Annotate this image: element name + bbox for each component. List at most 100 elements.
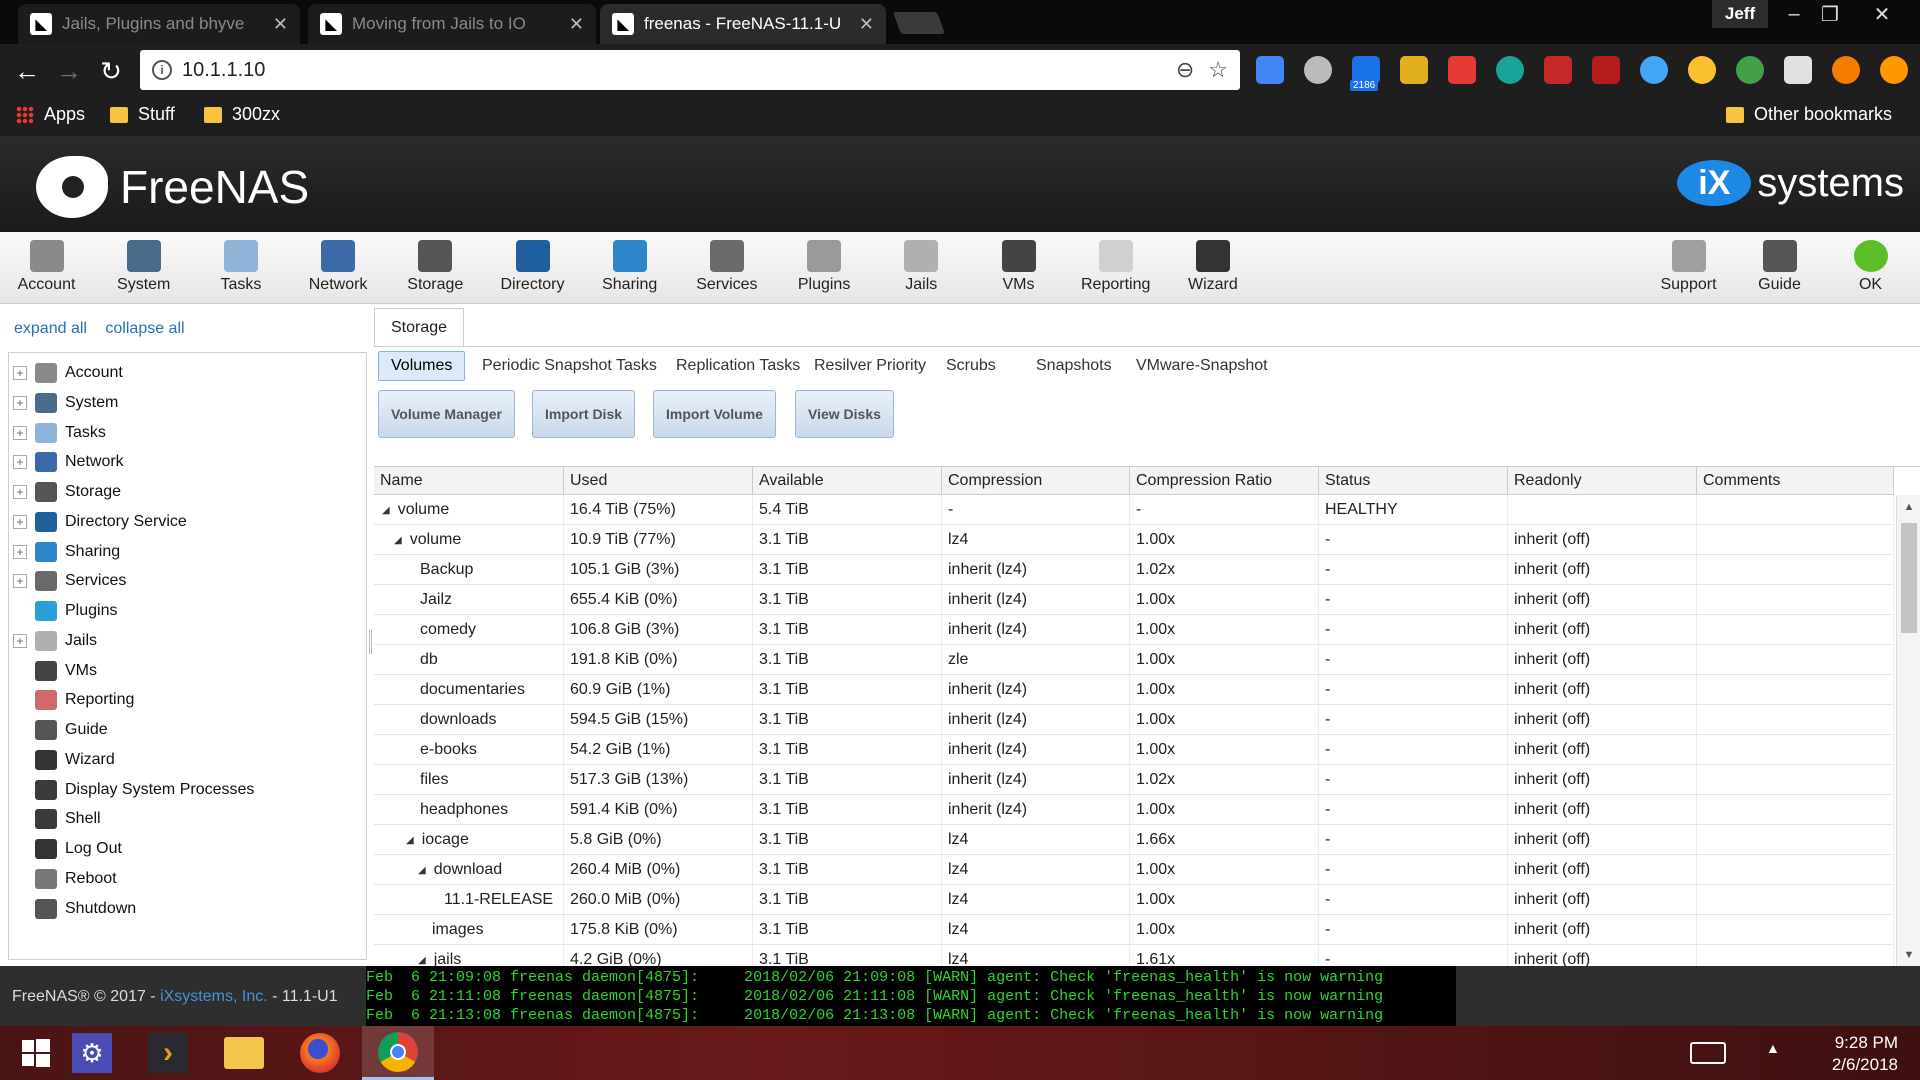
tree-item-shutdown[interactable]: Shutdown bbox=[9, 895, 136, 923]
tab-scrubs[interactable]: Scrubs bbox=[934, 351, 1008, 381]
reload-icon[interactable]: ↻ bbox=[94, 54, 128, 88]
collapse-triangle-icon[interactable]: ◢ bbox=[382, 505, 390, 516]
tab-vmware-snapshot[interactable]: VMware-Snapshot bbox=[1124, 351, 1280, 381]
extension-icon[interactable] bbox=[1736, 56, 1764, 84]
expand-icon[interactable]: + bbox=[13, 574, 27, 589]
sabnzbd-extension-icon[interactable] bbox=[1400, 56, 1428, 84]
expand-icon[interactable]: + bbox=[13, 455, 27, 470]
firefox-app[interactable] bbox=[284, 1026, 356, 1080]
collapse-triangle-icon[interactable]: ◢ bbox=[406, 835, 414, 846]
scroll-up-icon[interactable]: ▲ bbox=[1897, 501, 1920, 513]
collapse-triangle-icon[interactable]: ◢ bbox=[418, 955, 426, 966]
column-header-compression-ratio[interactable]: Compression Ratio bbox=[1130, 467, 1319, 495]
column-header-comments[interactable]: Comments bbox=[1697, 467, 1894, 495]
bookmark-star-icon[interactable]: ☆ bbox=[1208, 57, 1228, 83]
nav-ok[interactable]: OK bbox=[1822, 240, 1919, 294]
ublock-icon[interactable] bbox=[1544, 56, 1572, 84]
expand-icon[interactable]: + bbox=[13, 633, 27, 648]
extension-icon[interactable] bbox=[1640, 56, 1668, 84]
column-header-readonly[interactable]: Readonly bbox=[1508, 467, 1697, 495]
lightbulb-icon[interactable] bbox=[1688, 56, 1716, 84]
column-header-status[interactable]: Status bbox=[1319, 467, 1508, 495]
tab-volumes[interactable]: Volumes bbox=[378, 351, 466, 381]
address-bar[interactable]: i 10.1.1.10 ⊖ ☆ bbox=[140, 50, 1240, 90]
tree-item-jails[interactable]: + Jails bbox=[9, 627, 97, 655]
expand-all-link[interactable]: expand all bbox=[14, 320, 87, 337]
nav-tasks[interactable]: Tasks bbox=[192, 240, 289, 294]
import-volume-button[interactable]: Import Volume bbox=[653, 390, 776, 438]
table-row[interactable]: files 517.3 GiB (13%) 3.1 TiB inherit (lz4)… bbox=[374, 765, 1894, 795]
other-bookmarks[interactable]: Other bookmarks bbox=[1726, 104, 1892, 125]
tree-item-system[interactable]: + System bbox=[9, 389, 118, 417]
tree-item-log-out[interactable]: Log Out bbox=[9, 835, 122, 863]
site-info-icon[interactable]: i bbox=[152, 60, 172, 80]
settings-app[interactable]: ⚙ bbox=[56, 1026, 128, 1080]
bookmark-apps[interactable]: Apps bbox=[16, 104, 85, 125]
extension-icon[interactable] bbox=[1496, 56, 1524, 84]
bookmark-folder[interactable]: 300zx bbox=[204, 104, 280, 125]
table-row[interactable]: db 191.8 KiB (0%) 3.1 TiB zle 1.00x - inherit … bbox=[374, 645, 1894, 675]
expand-icon[interactable]: + bbox=[13, 425, 27, 440]
tree-item-services[interactable]: + Services bbox=[9, 567, 126, 595]
zoom-icon[interactable]: ⊖ bbox=[1176, 57, 1194, 83]
tab-snapshots[interactable]: Snapshots bbox=[1024, 351, 1124, 381]
restore-icon[interactable]: ❐ bbox=[1808, 0, 1852, 28]
tab-resilver-priority[interactable]: Resilver Priority bbox=[802, 351, 938, 381]
column-header-compression[interactable]: Compression bbox=[942, 467, 1130, 495]
close-tab-icon[interactable]: ✕ bbox=[569, 14, 584, 35]
chrome-app[interactable] bbox=[362, 1026, 434, 1080]
plex-app[interactable]: › bbox=[132, 1026, 204, 1080]
browser-tab[interactable]: ◣ Moving from Jails to IO ✕ bbox=[308, 4, 596, 44]
extension-icon[interactable] bbox=[1784, 56, 1812, 84]
close-tab-icon[interactable]: ✕ bbox=[859, 14, 874, 35]
volume-manager-button[interactable]: Volume Manager bbox=[378, 390, 515, 438]
scrollbar-thumb[interactable] bbox=[1901, 523, 1917, 633]
ixsystems-link[interactable]: iXsystems, Inc. bbox=[160, 988, 268, 1005]
browser-tab[interactable]: ◣ Jails, Plugins and bhyve ✕ bbox=[18, 4, 300, 44]
tree-item-reboot[interactable]: Reboot bbox=[9, 865, 117, 893]
table-row[interactable]: images 175.8 KiB (0%) 3.1 TiB lz4 1.00x - inhe… bbox=[374, 915, 1894, 945]
close-tab-icon[interactable]: ✕ bbox=[273, 14, 288, 35]
tab-storage[interactable]: Storage bbox=[374, 308, 465, 346]
table-row[interactable]: ◢ volume 16.4 TiB (75%) 5.4 TiB - - HEALTHY bbox=[374, 495, 1894, 525]
nav-vms[interactable]: VMs bbox=[970, 240, 1067, 294]
collapse-triangle-icon[interactable]: ◢ bbox=[418, 865, 426, 876]
tree-item-network[interactable]: + Network bbox=[9, 448, 124, 476]
view-disks-button[interactable]: View Disks bbox=[795, 390, 894, 438]
new-tab-button[interactable] bbox=[892, 12, 946, 34]
extension-icon[interactable] bbox=[1592, 56, 1620, 84]
tree-item-account[interactable]: + Account bbox=[9, 359, 123, 387]
table-row[interactable]: headphones 591.4 KiB (0%) 3.1 TiB inherit (… bbox=[374, 795, 1894, 825]
address-url[interactable]: 10.1.1.10 bbox=[182, 59, 1162, 82]
collapse-all-link[interactable]: collapse all bbox=[105, 320, 184, 337]
column-header-used[interactable]: Used bbox=[564, 467, 753, 495]
extension-icon[interactable] bbox=[1304, 56, 1332, 84]
grid-scrollbar[interactable]: ▲ ▼ bbox=[1896, 495, 1920, 967]
table-row[interactable]: e-books 54.2 GiB (1%) 3.1 TiB inherit (lz4)… bbox=[374, 735, 1894, 765]
nav-support[interactable]: Support bbox=[1640, 240, 1737, 294]
table-row[interactable]: ◢ download 260.4 MiB (0%) 3.1 TiB lz4 1.00x - i… bbox=[374, 855, 1894, 885]
profile-user-button[interactable]: Jeff bbox=[1712, 0, 1768, 28]
expand-icon[interactable]: + bbox=[13, 395, 27, 410]
keyboard-icon[interactable] bbox=[1690, 1042, 1726, 1064]
nav-network[interactable]: Network bbox=[290, 240, 387, 294]
nav-plugins[interactable]: Plugins bbox=[776, 240, 873, 294]
tab-replication-tasks[interactable]: Replication Tasks bbox=[664, 351, 812, 381]
table-row[interactable]: Backup 105.1 GiB (3%) 3.1 TiB inherit (lz4)… bbox=[374, 555, 1894, 585]
tree-item-reporting[interactable]: Reporting bbox=[9, 686, 134, 714]
tree-item-shell[interactable]: Shell bbox=[9, 805, 101, 833]
tree-item-storage[interactable]: + Storage bbox=[9, 478, 121, 506]
table-row[interactable]: ◢ volume 10.9 TiB (77%) 3.1 TiB lz4 1.00x - inh… bbox=[374, 525, 1894, 555]
nav-directory[interactable]: Directory bbox=[484, 240, 581, 294]
table-row[interactable]: downloads 594.5 GiB (15%) 3.1 TiB inherit (… bbox=[374, 705, 1894, 735]
collapse-triangle-icon[interactable]: ◢ bbox=[394, 535, 402, 546]
tree-item-plugins[interactable]: Plugins bbox=[9, 597, 117, 625]
expand-icon[interactable]: + bbox=[13, 485, 27, 499]
menu-alert-icon[interactable] bbox=[1880, 56, 1908, 84]
expand-icon[interactable]: + bbox=[13, 366, 27, 380]
nav-reporting[interactable]: Reporting bbox=[1067, 240, 1164, 294]
nav-jails[interactable]: Jails bbox=[873, 240, 970, 294]
bookmark-folder[interactable]: Stuff bbox=[110, 104, 175, 125]
nav-services[interactable]: Services bbox=[678, 240, 775, 294]
tree-item-guide[interactable]: Guide bbox=[9, 716, 108, 744]
